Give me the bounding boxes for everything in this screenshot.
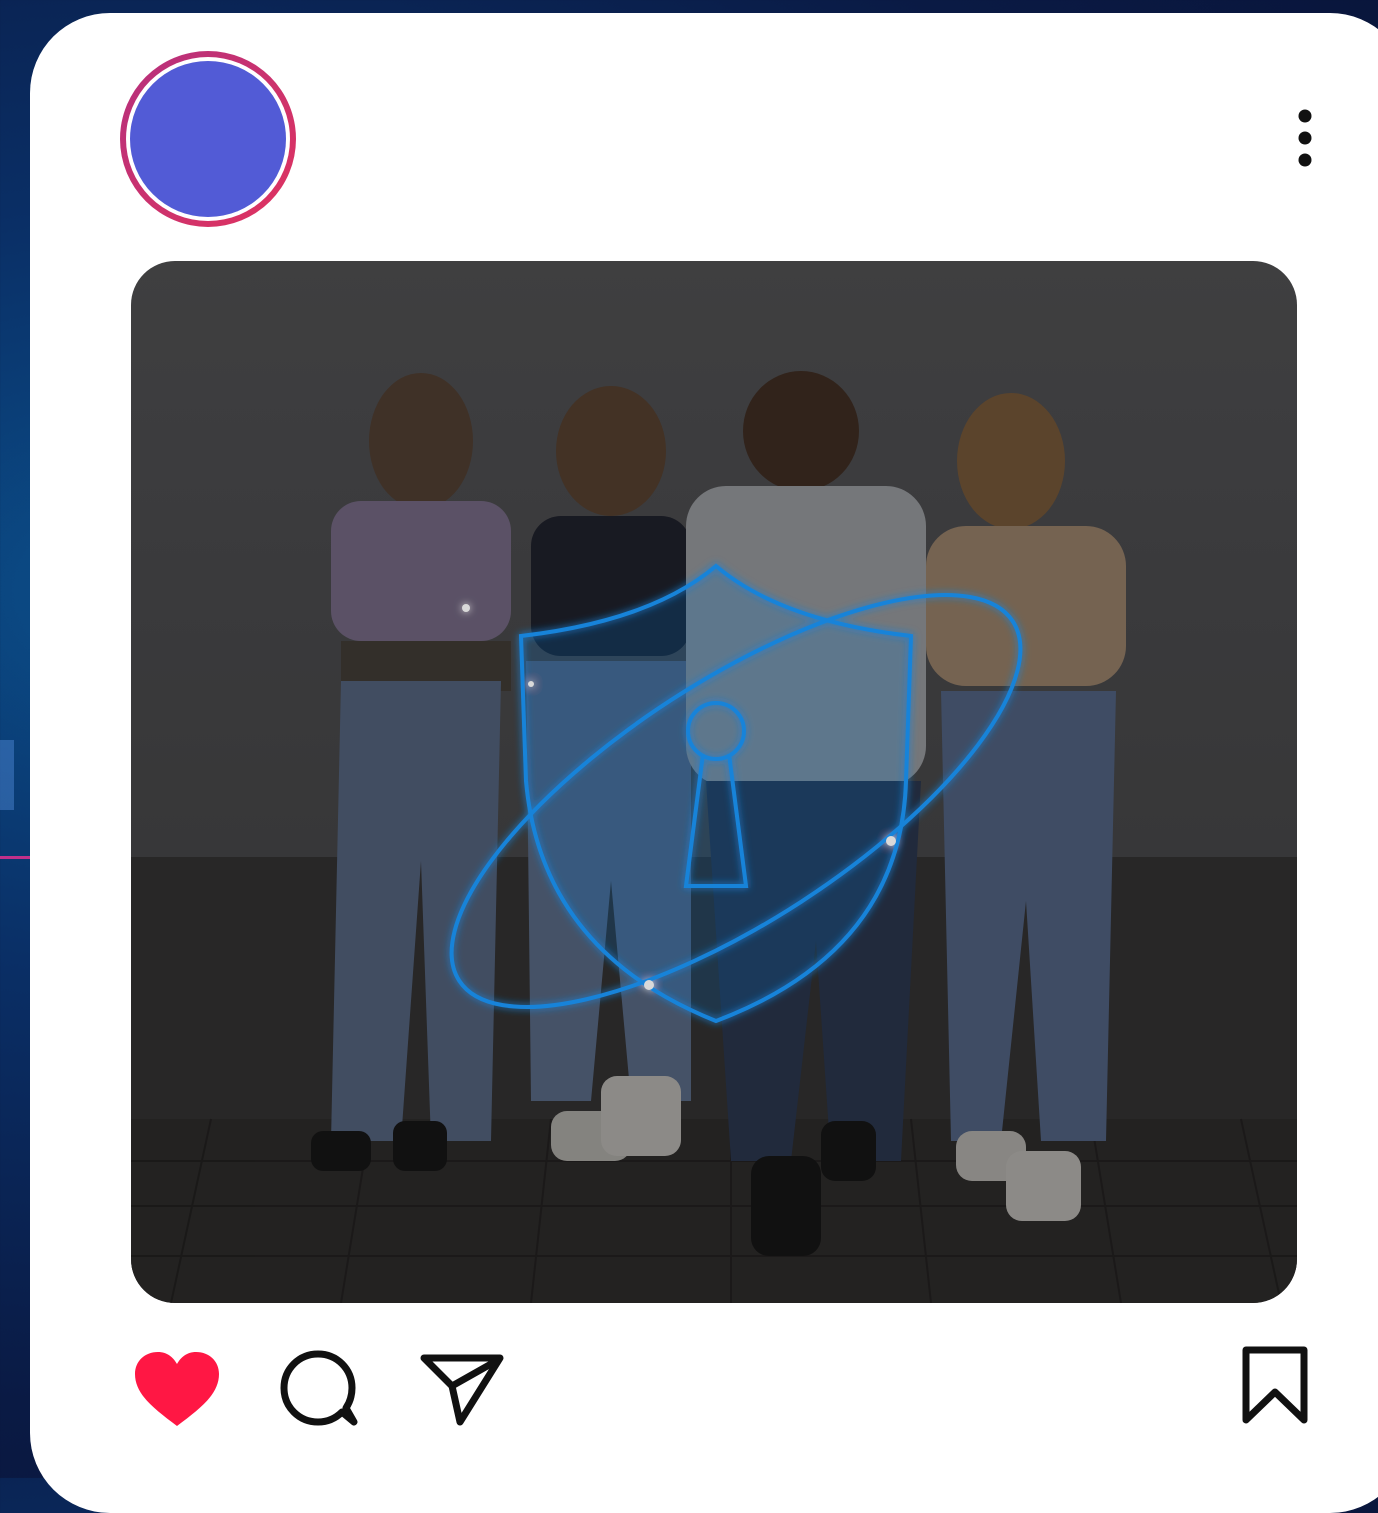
more-vertical-icon[interactable] xyxy=(1286,106,1324,176)
avatar-image xyxy=(130,61,286,217)
post-image[interactable] xyxy=(131,261,1297,1303)
profile-avatar[interactable] xyxy=(120,51,296,227)
heart-icon[interactable] xyxy=(133,1350,221,1428)
comment-icon[interactable] xyxy=(280,1350,360,1430)
avatar-border xyxy=(126,57,290,221)
send-icon[interactable] xyxy=(420,1352,504,1426)
bookmark-icon[interactable] xyxy=(1240,1346,1310,1426)
background-glow xyxy=(0,740,14,810)
